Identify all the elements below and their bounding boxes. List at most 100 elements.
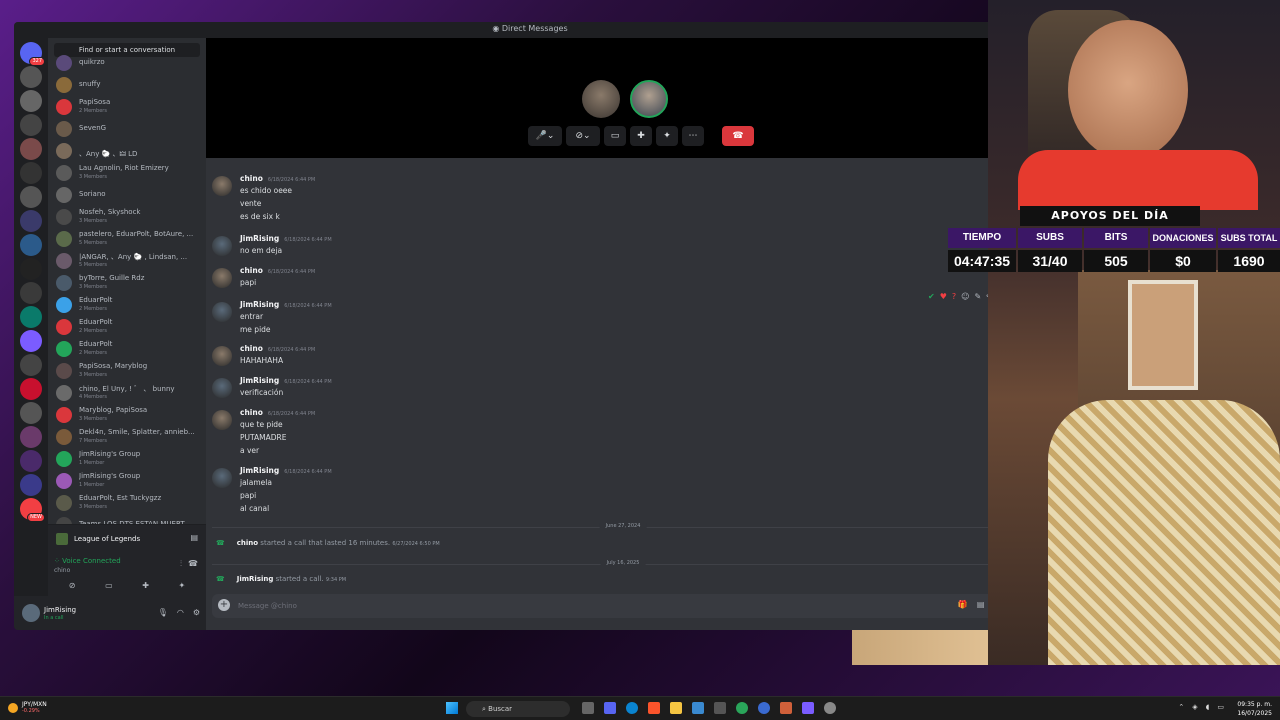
dm-item[interactable]: quikrzo [54,53,202,73]
taskbar-clock[interactable]: 09:35 p. m. 16/07/2025 [1237,700,1272,718]
server-icon[interactable] [20,114,42,136]
server-icon[interactable] [20,450,42,472]
activity-icon[interactable]: ▤ [190,533,198,542]
dm-item[interactable]: Soriano [54,185,202,205]
volume-icon[interactable]: ◖ [1206,703,1210,711]
edge-app-icon[interactable] [626,702,638,714]
camera-button[interactable]: ⊘⌄ [566,126,600,146]
server-icon[interactable] [20,474,42,496]
author-avatar[interactable] [212,176,232,196]
app-icon-10[interactable] [780,702,792,714]
message-author[interactable]: chino 6/18/2024 6:44 PM [240,266,315,275]
author-name[interactable]: chino [240,408,263,417]
author-avatar[interactable] [212,378,232,398]
call-author[interactable]: JimRising [237,575,274,583]
dm-item[interactable]: JimRising's Group 1 Member [54,449,202,469]
soundboard-button[interactable]: ✦ [656,126,678,146]
discord-app-icon[interactable] [604,702,616,714]
call-author[interactable]: chino [237,539,258,547]
message-author[interactable]: JimRising 6/18/2024 6:44 PM [240,234,332,243]
end-call-button[interactable]: ☎ [722,126,754,146]
author-avatar[interactable] [212,302,232,322]
gif-icon[interactable]: ▤ [977,600,985,609]
message-author[interactable]: JimRising 6/18/2024 6:44 PM [240,466,332,475]
battery-icon[interactable]: ▭ [1217,703,1224,711]
dm-item[interactable]: EduarPolt, Est Tuckygzz 3 Members [54,493,202,513]
message-input[interactable] [238,598,918,614]
dm-item[interactable]: Dekl4n, Smile, Splatter, annieb... 7 Memb… [54,427,202,447]
mail-app-icon[interactable] [692,702,704,714]
camera-off-icon[interactable]: ⊘ [69,581,76,590]
author-avatar[interactable] [212,346,232,366]
server-icon[interactable] [20,402,42,424]
app-icon-9[interactable] [758,702,770,714]
check-reaction-icon[interactable]: ✔ [928,292,935,301]
server-icon[interactable] [20,234,42,256]
dm-item[interactable]: Maryblog, PapiSosa 3 Members [54,405,202,425]
task-view-icon[interactable] [582,702,594,714]
more-options-button[interactable]: ⋯ [682,126,704,146]
author-avatar[interactable] [212,410,232,430]
dm-item[interactable]: snuffy [54,75,202,95]
author-avatar[interactable] [212,236,232,256]
dm-item[interactable]: Lau Agnolin, Riot Emizery 3 Members [54,163,202,183]
share-screen-button[interactable]: ▭ [604,126,626,146]
user-avatar[interactable] [22,604,40,622]
screen-share-icon[interactable]: ▭ [105,581,113,590]
tray-arrow-icon[interactable]: ⌃ [1178,703,1184,711]
dm-item[interactable]: pastelero, EduarPolt, BotAure, ... 5 Memb… [54,229,202,249]
server-icon[interactable] [20,378,42,400]
author-name[interactable]: chino [240,344,263,353]
dm-item[interactable]: chino, El Uny, ! ゛ 、 bunny 4 Members [54,383,202,403]
dm-item[interactable]: EduarPolt 2 Members [54,317,202,337]
app-icon-7[interactable] [714,702,726,714]
heart-reaction-icon[interactable]: ♥ [940,292,947,301]
author-name[interactable]: JimRising [240,300,279,309]
dm-item[interactable]: 、Any 🐑 、🜲 LD [54,141,202,161]
weather-icon[interactable] [8,703,18,713]
server-icon[interactable] [20,90,42,112]
microphone-icon[interactable]: 🎙 [158,608,168,617]
dm-item[interactable]: Nosfeh, Skyshock 3 Members [54,207,202,227]
activity-launch-icon[interactable]: ✚ [142,581,149,590]
settings-icon[interactable]: ⚙ [193,608,200,617]
headset-icon[interactable]: ◠ [177,608,184,617]
mute-button[interactable]: 🎤⌄ [528,126,562,146]
dm-item[interactable]: PapiSosa 2 Members [54,97,202,117]
add-attachment-icon[interactable]: + [218,599,230,611]
disconnect-icon[interactable]: ☎ [188,559,198,568]
message-author[interactable]: JimRising 6/18/2024 6:44 PM [240,300,332,309]
dm-item[interactable]: byTorre, Guille Rdz 3 Members [54,273,202,293]
noise-suppression-icon[interactable]: ⫶ [180,559,182,569]
server-icon[interactable] [20,306,42,328]
app-icon-11[interactable] [802,702,814,714]
dm-item[interactable]: EduarPolt 2 Members [54,295,202,315]
gift-icon[interactable]: 🎁 [958,600,968,609]
author-name[interactable]: JimRising [240,234,279,243]
dm-item[interactable]: SevenG [54,119,202,139]
network-icon[interactable]: ◈ [1192,703,1197,711]
question-reaction-icon[interactable]: ? [952,292,956,301]
server-icon[interactable] [20,258,42,280]
edit-icon[interactable]: ✎ [974,292,981,301]
author-name[interactable]: chino [240,174,263,183]
server-icon[interactable] [20,186,42,208]
server-icon[interactable]: NEW [20,498,45,522]
author-name[interactable]: JimRising [240,376,279,385]
server-icon[interactable] [20,162,42,184]
currency-ticker[interactable]: JPY/MXN -0.29% [22,701,47,714]
server-icon[interactable] [20,354,42,376]
call-avatar-chino[interactable] [582,80,620,118]
add-reaction-icon[interactable]: ☺ [961,292,969,301]
call-avatar-jimrising[interactable] [630,80,668,118]
author-name[interactable]: JimRising [240,466,279,475]
dm-item[interactable]: EduarPolt 2 Members [54,339,202,359]
message-author[interactable]: chino 6/18/2024 6:44 PM [240,408,315,417]
activity-button[interactable]: ✚ [630,126,652,146]
server-icon[interactable]: 327 [20,42,45,66]
brave-app-icon[interactable] [648,702,660,714]
author-name[interactable]: chino [240,266,263,275]
server-icon[interactable] [20,330,42,352]
server-icon[interactable] [20,426,42,448]
message-author[interactable]: chino 6/18/2024 6:44 PM [240,344,315,353]
